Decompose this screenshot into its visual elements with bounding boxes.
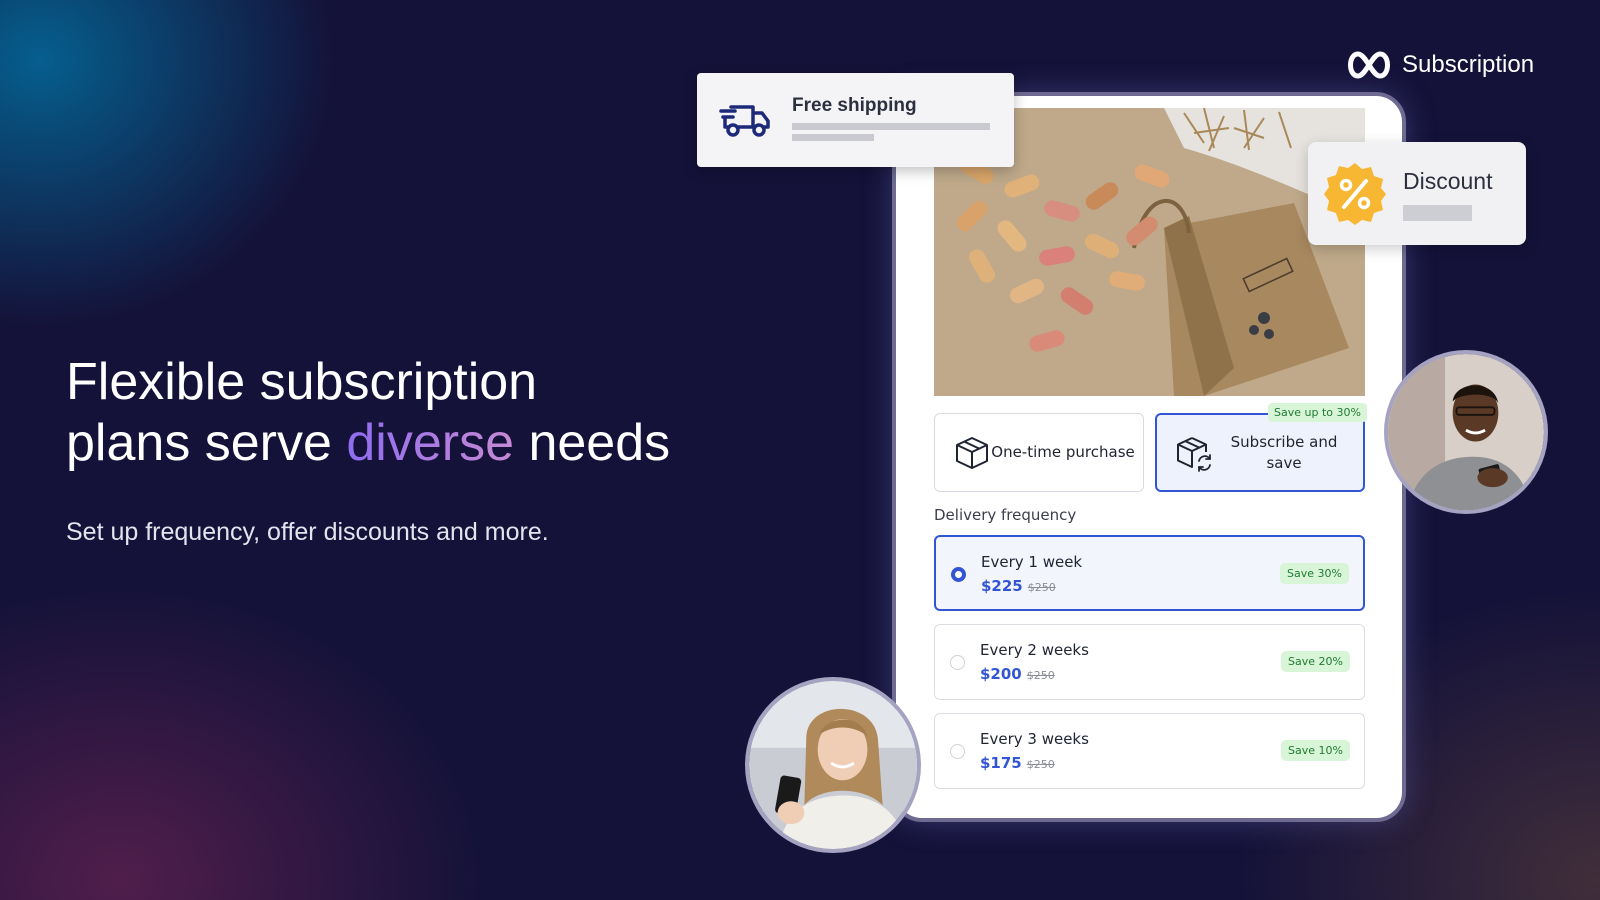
old-price: $250 bbox=[1026, 758, 1055, 771]
headline-accent: diverse bbox=[346, 414, 515, 472]
frequency-option-1-week[interactable]: Every 1 week $225 $250 Save 30% bbox=[934, 535, 1365, 611]
headline-line2-start: plans serve bbox=[66, 414, 347, 472]
headline-line1: Flexible subscription bbox=[66, 353, 538, 411]
discount-title: Discount bbox=[1403, 168, 1493, 194]
discount-card: Discount bbox=[1308, 142, 1526, 245]
avatar-woman bbox=[745, 677, 921, 853]
frequency-name: Every 3 weeks bbox=[980, 730, 1089, 748]
old-price: $250 bbox=[1026, 669, 1055, 682]
frequency-price: $225 $250 bbox=[981, 577, 1056, 595]
frequency-option-3-weeks[interactable]: Every 3 weeks $175 $250 Save 10% bbox=[934, 713, 1365, 789]
subscribe-and-save-label: Subscribe and save bbox=[1230, 432, 1338, 472]
headline-line2-end: needs bbox=[514, 414, 671, 472]
percent-seal-icon bbox=[1324, 163, 1386, 225]
brand-logo: Subscription bbox=[1344, 50, 1534, 80]
subscribe-and-save-option[interactable]: Subscribe and save bbox=[1155, 413, 1365, 492]
truck-icon bbox=[719, 105, 770, 137]
save-badge: Save 30% bbox=[1280, 563, 1349, 584]
infinity-icon bbox=[1348, 51, 1390, 79]
price-value: $175 bbox=[980, 754, 1022, 772]
save-badge: Save 10% bbox=[1281, 740, 1350, 761]
save-up-to-tag: Save up to 30% bbox=[1268, 403, 1367, 422]
headline: Flexible subscription plans serve divers… bbox=[66, 352, 806, 474]
price-value: $225 bbox=[981, 577, 1023, 595]
frequency-name: Every 2 weeks bbox=[980, 641, 1089, 659]
box-refresh-icon bbox=[1177, 436, 1211, 472]
delivery-frequency-title: Delivery frequency bbox=[934, 506, 1077, 524]
frequency-name: Every 1 week bbox=[981, 553, 1083, 571]
subline: Set up frequency, offer discounts and mo… bbox=[66, 518, 549, 546]
radio-unselected[interactable] bbox=[950, 744, 965, 759]
frequency-option-2-weeks[interactable]: Every 2 weeks $200 $250 Save 20% bbox=[934, 624, 1365, 700]
placeholder-bar bbox=[1403, 205, 1472, 221]
save-badge: Save 20% bbox=[1281, 651, 1350, 672]
avatar-man bbox=[1384, 350, 1548, 514]
one-time-purchase-label: One-time purchase bbox=[991, 443, 1135, 461]
radio-unselected[interactable] bbox=[950, 655, 965, 670]
placeholder-bar bbox=[792, 123, 990, 130]
box-icon bbox=[956, 436, 988, 469]
frequency-price: $175 $250 bbox=[980, 754, 1055, 772]
one-time-purchase-option[interactable]: One-time purchase bbox=[934, 413, 1144, 492]
price-value: $200 bbox=[980, 665, 1022, 683]
old-price: $250 bbox=[1027, 581, 1056, 594]
frequency-price: $200 $250 bbox=[980, 665, 1055, 683]
radio-selected[interactable] bbox=[951, 567, 966, 582]
placeholder-bar bbox=[792, 134, 874, 141]
free-shipping-title: Free shipping bbox=[792, 95, 917, 116]
brand-name: Subscription bbox=[1402, 51, 1535, 78]
free-shipping-card: Free shipping bbox=[697, 73, 1014, 167]
